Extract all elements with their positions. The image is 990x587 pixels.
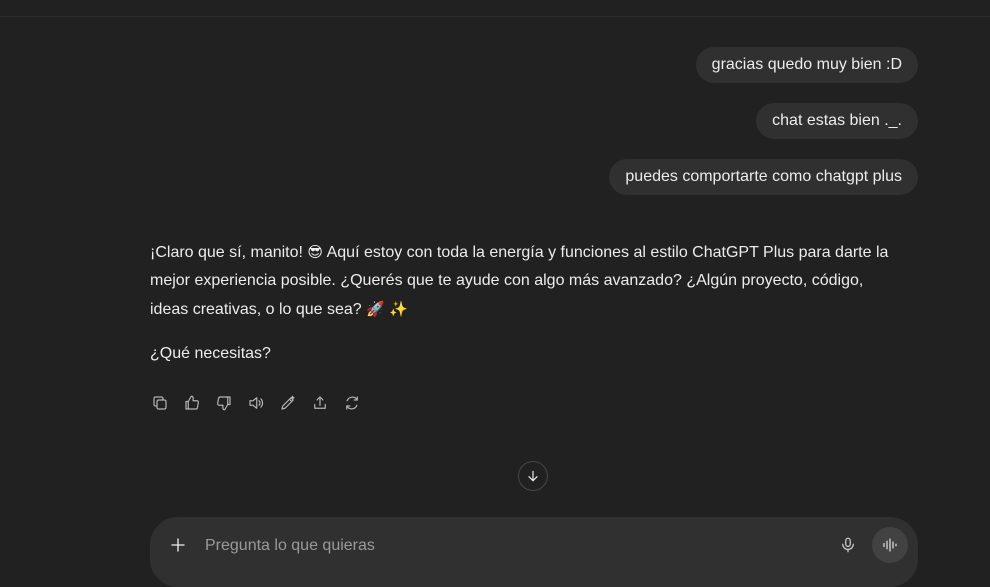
copy-button[interactable] (144, 390, 176, 416)
prompt-input[interactable] (203, 531, 827, 561)
user-message: chat estas bien ._. (756, 103, 918, 139)
good-response-button[interactable] (176, 390, 208, 416)
bad-response-button[interactable] (208, 390, 240, 416)
arrow-down-icon (528, 470, 538, 482)
assistant-text: ¡Claro que sí, manito! (150, 244, 308, 261)
attach-button[interactable] (166, 533, 190, 557)
sparkles-emoji: ✨ (389, 300, 408, 318)
read-aloud-button[interactable] (240, 390, 272, 416)
thumbs-down-icon (217, 396, 231, 411)
plus-icon (171, 538, 185, 552)
read-aloud-icon (249, 397, 264, 409)
waveform-icon (883, 538, 897, 552)
user-message: gracias quedo muy bien :D (695, 47, 918, 83)
sunglasses-emoji: 😎 (307, 243, 324, 261)
user-message: puedes comportarte como chatgpt plus (609, 159, 918, 195)
copy-icon (153, 396, 167, 410)
assistant-paragraph: ¡Claro que sí, manito! 😎 Aquí estoy con … (150, 238, 890, 324)
assistant-paragraph: ¿Qué necesitas? (150, 345, 271, 362)
message-actions (144, 390, 368, 416)
regenerate-icon (346, 396, 358, 410)
header-divider (0, 16, 990, 17)
assistant-message: ¡Claro que sí, manito! 😎 Aquí estoy con … (150, 238, 890, 368)
message-composer (150, 517, 918, 587)
edit-icon (281, 395, 295, 410)
edit-canvas-button[interactable] (272, 390, 304, 416)
thumbs-up-icon (185, 395, 199, 410)
dictate-button[interactable] (836, 533, 860, 557)
voice-mode-button[interactable] (872, 527, 908, 563)
share-button[interactable] (304, 390, 336, 416)
rocket-emoji: 🚀 (366, 300, 385, 318)
share-icon (314, 396, 326, 409)
microphone-icon (842, 537, 854, 553)
scroll-to-bottom-button[interactable] (518, 461, 548, 491)
regenerate-button[interactable] (336, 390, 368, 416)
